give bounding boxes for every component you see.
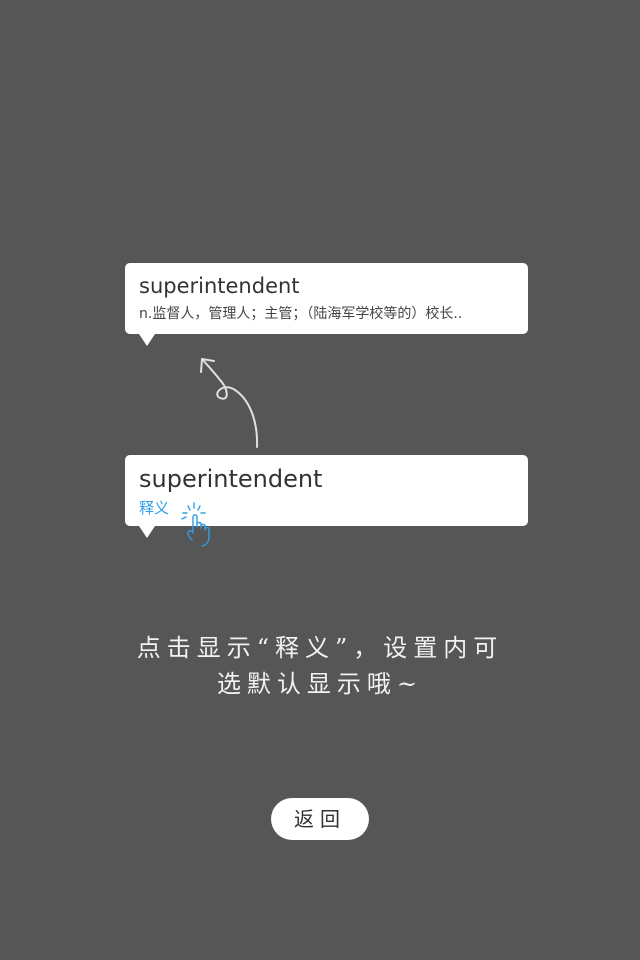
popup-tail [139, 334, 155, 346]
tap-hand-icon [181, 502, 210, 547]
curved-arrow-icon [200, 358, 259, 448]
popup-tail [139, 526, 155, 538]
popup-word: superintendent [139, 465, 323, 493]
definition-popup-expanded: superintendent n.监督人，管理人；主管；（陆海军学校等的）校长.… [125, 263, 528, 346]
hint-text-line-2: 选默认显示哦~ [216, 670, 424, 698]
hint-text-line-1: 点击显示“释义”，设置内可 [136, 634, 504, 662]
popup-word: superintendent [139, 274, 300, 298]
back-button[interactable]: 返回 [271, 798, 369, 840]
popup-definition: n.监督人，管理人；主管；（陆海军学校等的）校长.. [139, 306, 463, 322]
show-meaning-link[interactable]: 释义 [139, 497, 169, 518]
